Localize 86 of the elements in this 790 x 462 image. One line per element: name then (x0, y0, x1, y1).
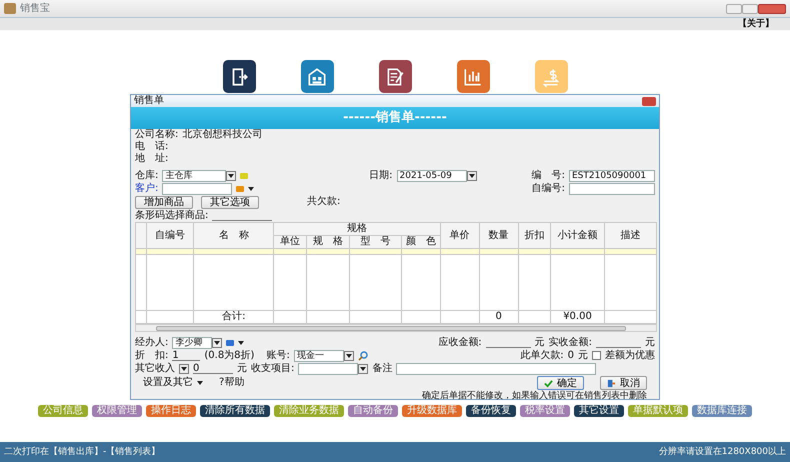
unit-label: 元 (237, 362, 247, 374)
caret-icon[interactable] (248, 186, 254, 190)
field-label: 此单欠款: (520, 350, 564, 362)
action-button[interactable]: 其它选项 (201, 196, 259, 208)
banner-title: ------销售单------ (131, 107, 659, 129)
close-button[interactable] (642, 96, 656, 106)
remark-field[interactable] (396, 362, 596, 374)
caret-icon[interactable] (238, 340, 244, 344)
barcode-label: 条形码选择商品: (135, 210, 208, 222)
document-pen-icon[interactable] (378, 60, 412, 93)
field-label: 电 话: (135, 141, 168, 152)
column-header: 规 格 (306, 236, 350, 248)
horizontal-scrollbar[interactable] (135, 324, 657, 332)
field-label: 地 址: (135, 153, 168, 165)
account-dropdown[interactable]: 现金一 (294, 350, 344, 362)
column-header: 数量 (479, 222, 518, 248)
column-header: 名 称 (194, 222, 274, 248)
app-icon (4, 3, 16, 14)
discount-field[interactable]: 1 (172, 350, 200, 361)
field-label: 编 号: (532, 170, 565, 182)
checkbox-label: 差额为优惠 (605, 350, 655, 362)
field-label: 经办人: (135, 336, 168, 348)
customer-link[interactable]: 客户: (135, 182, 158, 194)
dropdown-button[interactable] (212, 338, 222, 348)
door-exit-icon[interactable] (222, 60, 256, 93)
dialog-title: 销售单 (134, 95, 164, 107)
status-text: 二次打印在【销售出库】-【销售列表】 (4, 446, 160, 458)
column-header: 规格 (274, 222, 440, 236)
about-link[interactable]: 【关于】 (738, 18, 774, 30)
number-field[interactable]: EST2105090001 (569, 170, 655, 182)
bar-chart-icon[interactable] (456, 60, 490, 93)
function-button[interactable]: 清除所有数据 (200, 405, 270, 417)
date-picker[interactable]: 2021-05-09 (396, 170, 467, 182)
settings-menu[interactable]: 设置及其它 (143, 377, 203, 389)
help-link[interactable]: ?帮助 (219, 377, 244, 389)
owed-value: 0 (568, 350, 574, 362)
dropdown-button[interactable] (226, 170, 236, 180)
note-text: 确定后单据不能修改，如果输入错误可在销售列表中删除 (421, 391, 648, 402)
warehouse-icon[interactable] (300, 60, 334, 93)
field-label: 应收金额: (438, 336, 482, 348)
column-header: 自编号 (146, 222, 194, 248)
income-field[interactable]: 0 (193, 363, 233, 374)
dropdown-button[interactable] (466, 170, 477, 180)
check-icon (544, 378, 553, 388)
customer-field[interactable] (162, 182, 232, 194)
column-header: 折扣 (518, 222, 550, 248)
field-label: 日期: (369, 170, 393, 182)
field-label: 折 扣: (135, 350, 168, 362)
field-label: 自编号: (532, 182, 565, 194)
column-header: 单位 (274, 236, 306, 248)
field-label: 实收金额: (548, 336, 592, 348)
debt-label: 共欠款: (307, 196, 340, 208)
action-button[interactable]: 增加商品 (135, 196, 193, 208)
column-header: 单价 (440, 222, 480, 248)
function-button[interactable]: 其它设置 (574, 405, 624, 417)
discount-hint: (0.8为8折) (204, 350, 254, 362)
search-icon (358, 350, 368, 360)
ok-button[interactable]: 确定 (537, 376, 584, 390)
field-label: 备注 (372, 362, 392, 374)
dropdown-button[interactable] (179, 364, 189, 374)
function-button[interactable]: 备份恢复 (466, 405, 516, 417)
column-header: 颜 色 (401, 236, 440, 248)
field-label: 公司名称: (135, 129, 178, 140)
cancel-button[interactable]: 取消 (600, 376, 647, 390)
status-text: 分辨率请设置在1280X800以上 (658, 446, 786, 458)
column-header: 描述 (604, 222, 656, 248)
field-label: 仓库: (135, 170, 158, 182)
dropdown-button[interactable] (358, 364, 368, 374)
field-label: 其它收入 (135, 362, 175, 374)
checkbox[interactable] (592, 351, 601, 360)
column-header: 型 号 (349, 236, 402, 248)
company-name: 北京创想科技公司 (182, 129, 262, 141)
field-label: 账号: (266, 350, 290, 362)
window-title: 销售宝 (20, 2, 50, 14)
dropdown-button[interactable] (344, 350, 354, 360)
unit-label: 元 (578, 350, 588, 362)
exit-icon (607, 378, 616, 388)
unit-label: 元 (645, 336, 655, 348)
custom-number-field[interactable] (569, 182, 655, 194)
function-button[interactable]: 数据库连接 (692, 405, 752, 417)
warehouse-dropdown[interactable]: 主仓库 (162, 170, 226, 182)
handler-dropdown[interactable]: 李少卿 (172, 336, 212, 348)
column-header: 小计金额 (550, 222, 605, 248)
unit-label: 元 (534, 336, 545, 348)
field-label: 收支项目: (251, 362, 294, 374)
close-button[interactable] (758, 4, 786, 14)
